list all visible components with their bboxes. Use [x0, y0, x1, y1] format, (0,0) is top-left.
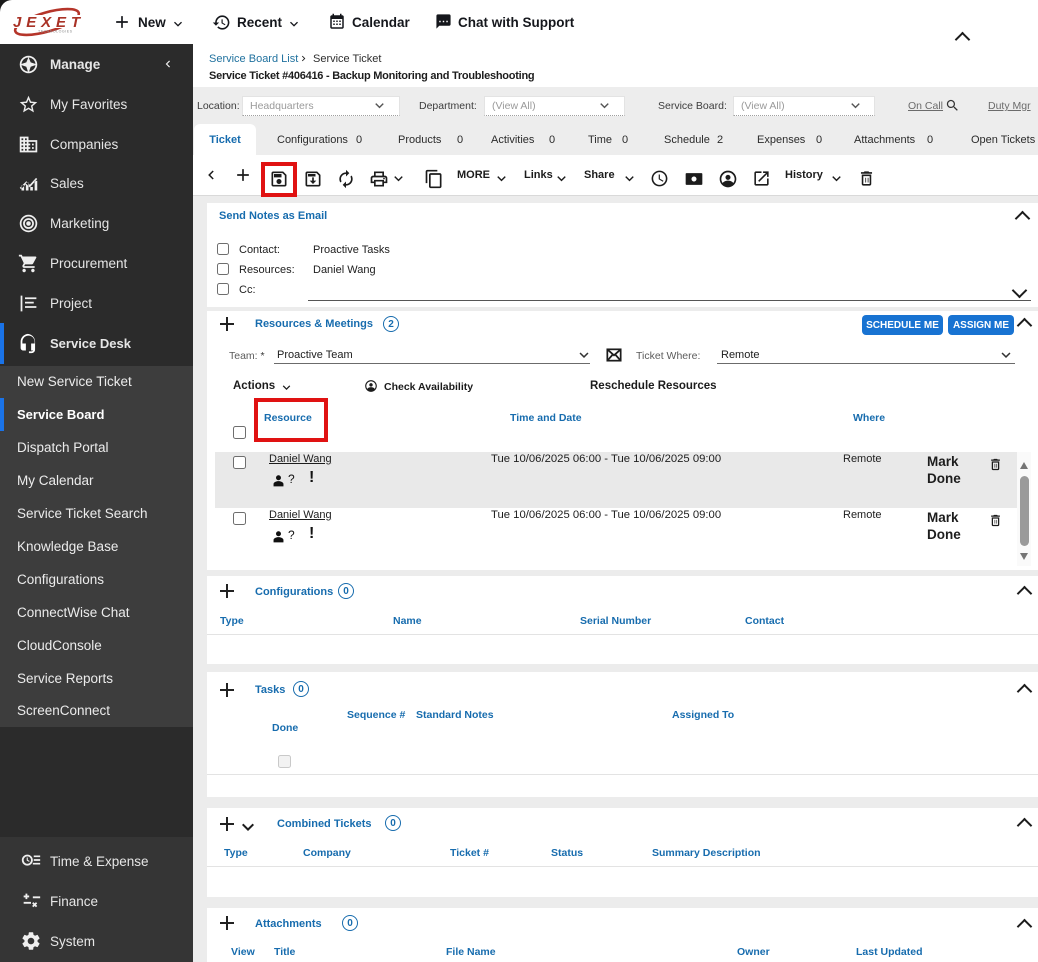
svg-text:TECHNOLOGIES: TECHNOLOGIES — [38, 30, 73, 34]
